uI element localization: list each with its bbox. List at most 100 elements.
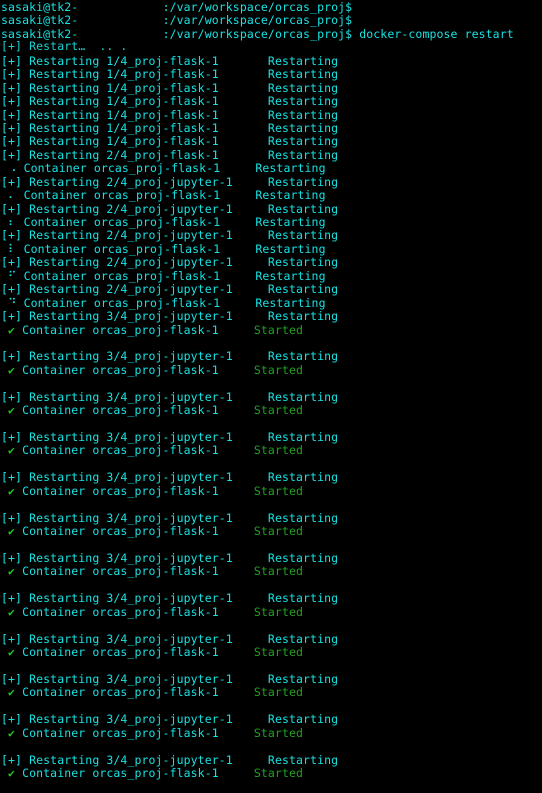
container-status: Restarting [255,269,326,283]
task-description: Restarting 1/4_proj-flask-1 [29,81,268,95]
task-description: Restarting 2/4_proj-jupyter-1 [29,256,268,270]
container-status: Started [253,686,304,700]
container-description: Container orcas_proj-flask-1 [22,484,254,498]
container-status-line: ✔ Container orcas_proj-flask-1 Started [1,404,542,417]
container-status: Restarting [255,296,326,310]
task-description: Restarting 3/4_proj-jupyter-1 [29,431,268,444]
task-plus-marker: [+] [1,551,30,565]
task-plus-marker: [+] [1,68,30,82]
check-icon: ✔ [1,484,23,498]
container-description: Container orcas_proj-flask-1 [22,766,254,780]
task-plus-marker: [+] [1,175,30,189]
task-status: Restarting [267,350,339,364]
container-status-line: ⠇ Container orcas_proj-flask-1 Restartin… [1,243,542,256]
container-status-line: ⠋ Container orcas_proj-flask-1 Restartin… [1,270,542,283]
container-status: Restarting [255,162,326,176]
task-status: Restarting [267,713,339,727]
restart-task-line: [+] Restarting 3/4_proj-jupyter-1 Restar… [1,673,542,686]
task-status: Restarting [267,68,339,82]
restart-task-line: [+] Restarting 3/4_proj-jupyter-1 Restar… [1,350,542,363]
container-status-line: ✔ Container orcas_proj-flask-1 Started [1,727,542,740]
task-status: Restarting [267,81,339,95]
task-description: Restarting 3/4_proj-jupyter-1 [29,511,268,525]
prompt-path: :/var/workspace/orcas_proj$ [162,14,353,28]
task-status: Restarting [267,753,339,767]
task-plus-marker: [+] [1,632,30,646]
task-plus-marker: [+] [1,672,30,686]
container-status: Restarting [255,216,326,229]
container-description: Container orcas_proj-flask-1 [22,404,254,418]
container-status: Started [253,525,304,539]
task-description: Restarting 3/4_proj-jupyter-1 [29,672,268,686]
task-plus-marker: [+] [1,431,30,444]
task-status: Restarting [267,672,339,686]
prompt-line: sasaki@tk2- :/var/workspace/orcas_proj$ [1,1,542,14]
task-plus-marker: [+] [1,256,30,270]
container-description: Container orcas_proj-flask-1 [23,269,256,283]
container-status-line: ✔ Container orcas_proj-flask-1 Started [1,444,542,457]
container-status-line: ✔ Container orcas_proj-flask-1 Started [1,606,542,619]
check-icon: ✔ [1,323,23,337]
container-status-line: ⠆ Container orcas_proj-flask-1 Restartin… [1,216,542,229]
task-status: Restarting [267,431,339,444]
task-status: Restarting [267,471,339,485]
container-status-line: ⠙ Container orcas_proj-flask-1 Restartin… [1,297,542,310]
restart-task-line: [+] Restarting 2/4_proj-jupyter-1 Restar… [1,283,542,296]
task-description: Restarting 3/4_proj-jupyter-1 [29,713,268,727]
task-description: Restarting 3/4_proj-jupyter-1 [29,551,268,565]
task-plus-marker: [+] [1,95,30,109]
prompt-host-gap [78,1,162,14]
task-status: Restarting [267,511,339,525]
task-description: Restarting 1/4_proj-flask-1 [29,95,268,109]
container-status: Started [253,605,304,619]
check-icon: ✔ [1,766,23,780]
spinner-icon: ⠇ [1,242,24,256]
container-status: Started [253,484,304,498]
restart-task-line: [+] Restarting 3/4_proj-jupyter-1 Restar… [1,310,542,323]
check-icon: ✔ [1,686,23,700]
container-description: Container orcas_proj-flask-1 [23,296,256,310]
container-description: Container orcas_proj-flask-1 [22,726,254,740]
task-description: Restarting 1/4_proj-flask-1 [29,135,268,149]
restart-task-line: [+] Restarting 1/4_proj-flask-1 Restarti… [1,109,542,122]
restart-task-line: [+] Restarting 2/4_proj-jupyter-1 Restar… [1,229,542,242]
task-status: Restarting [267,135,339,149]
restart-task-line: [+] Restarting 3/4_proj-jupyter-1 Restar… [1,431,542,444]
restart-task-line: [+] Restarting 3/4_proj-jupyter-1 Restar… [1,633,542,646]
restart-header-fragment: [+] Restart… .. . [1,41,128,54]
container-status: Started [253,726,304,740]
container-status-line: ⠠ Container orcas_proj-flask-1 Restartin… [1,162,542,175]
container-status-line: ✔ Container orcas_proj-flask-1 Started [1,324,542,337]
task-plus-marker: [+] [1,753,30,767]
terminal-output-pane[interactable]: sasaki@tk2- :/var/workspace/orcas_proj$ s… [0,0,542,793]
container-status: Started [253,363,304,377]
task-status: Restarting [267,229,339,243]
task-description: Restarting 3/4_proj-jupyter-1 [29,350,268,364]
task-status: Restarting [267,175,339,189]
task-status: Restarting [267,148,339,162]
restart-task-line: [+] Restarting 2/4_proj-jupyter-1 Restar… [1,203,542,216]
container-description: Container orcas_proj-flask-1 [23,189,256,203]
container-status-line: ✔ Container orcas_proj-flask-1 Started [1,565,542,578]
spinner-icon: ⠆ [1,216,24,229]
container-description: Container orcas_proj-flask-1 [23,162,256,176]
task-plus-marker: [+] [1,350,30,364]
prompt-host-gap [78,28,162,41]
task-plus-marker: [+] [1,471,30,485]
task-status: Restarting [267,390,339,404]
container-description: Container orcas_proj-flask-1 [22,363,254,377]
task-plus-marker: [+] [1,511,30,525]
container-status-line: ✔ Container orcas_proj-flask-1 Started [1,364,542,377]
container-status: Started [253,404,304,418]
restart-task-line: [+] Restarting 1/4_proj-flask-1 Restarti… [1,135,542,148]
check-icon: ✔ [1,565,23,579]
container-status: Restarting [255,189,326,203]
restart-task-line: [+] Restarting 3/4_proj-jupyter-1 Restar… [1,471,542,484]
container-status-line: ⠄ Container orcas_proj-flask-1 Restartin… [1,189,542,202]
task-plus-marker: [+] [1,148,30,162]
